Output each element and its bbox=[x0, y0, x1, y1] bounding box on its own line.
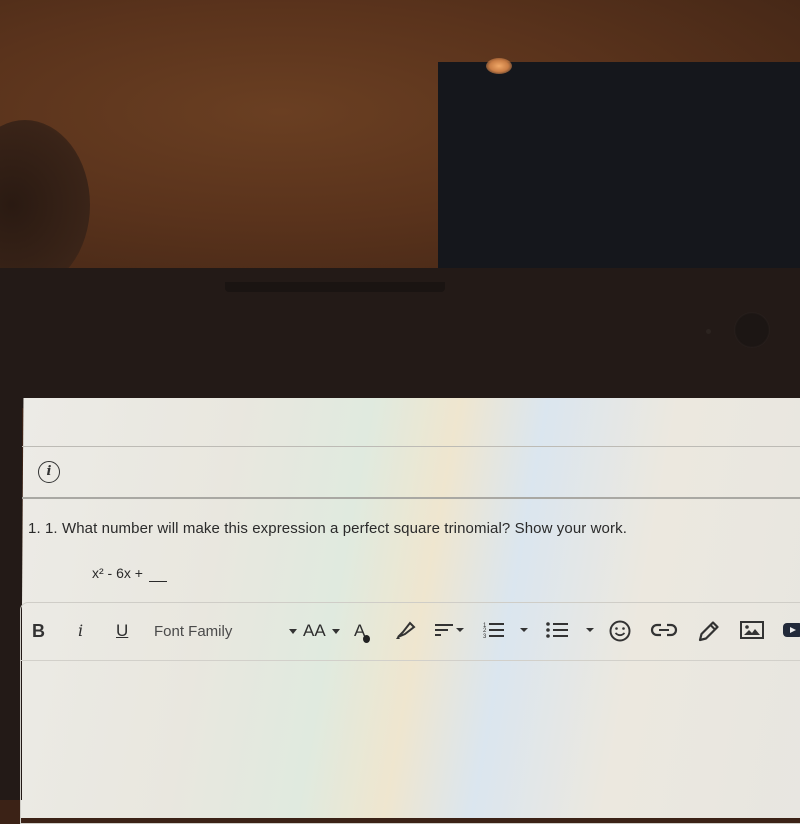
font-family-caret-icon[interactable] bbox=[289, 629, 297, 634]
bullet-list-icon[interactable] bbox=[545, 619, 597, 641]
page-header bbox=[22, 398, 800, 447]
numbered-list-icon[interactable]: 1 2 3 bbox=[482, 619, 530, 641]
align-icon[interactable] bbox=[433, 619, 467, 641]
bold-button[interactable]: B bbox=[32, 620, 45, 642]
background-light bbox=[486, 58, 512, 74]
underline-button[interactable]: U bbox=[116, 620, 128, 642]
bezel-left-edge bbox=[0, 400, 22, 800]
question-prompt: 1. 1. What number will make this express… bbox=[28, 520, 627, 537]
webcam bbox=[734, 312, 770, 348]
video-icon[interactable] bbox=[782, 619, 800, 641]
font-size-caret-icon[interactable] bbox=[332, 629, 340, 634]
highlighter-icon[interactable] bbox=[394, 619, 418, 641]
font-size-button[interactable]: AA bbox=[303, 620, 326, 642]
image-icon[interactable] bbox=[739, 619, 765, 641]
camera-indicator bbox=[706, 329, 711, 334]
question-text: What number will make this expression a … bbox=[61, 520, 627, 537]
info-row bbox=[22, 447, 800, 499]
question-expression: x² - 6x + bbox=[92, 565, 167, 582]
font-family-select[interactable]: Font Family bbox=[154, 621, 232, 643]
laptop-bezel-notch bbox=[225, 282, 445, 292]
font-size-label: AA bbox=[303, 621, 326, 640]
answer-blank bbox=[148, 565, 167, 582]
svg-text:3: 3 bbox=[483, 634, 487, 640]
info-icon[interactable]: i bbox=[38, 461, 60, 483]
emoji-icon[interactable] bbox=[608, 619, 632, 643]
font-color-drop-icon bbox=[363, 635, 370, 643]
pencil-icon[interactable] bbox=[697, 619, 721, 643]
editor-content-area[interactable] bbox=[20, 661, 800, 800]
italic-button[interactable]: i bbox=[78, 620, 83, 642]
background-tv bbox=[438, 62, 800, 272]
question-number: 1. 1. bbox=[28, 520, 58, 537]
expression-text: x² - 6x + bbox=[92, 565, 143, 581]
link-icon[interactable] bbox=[650, 619, 678, 641]
